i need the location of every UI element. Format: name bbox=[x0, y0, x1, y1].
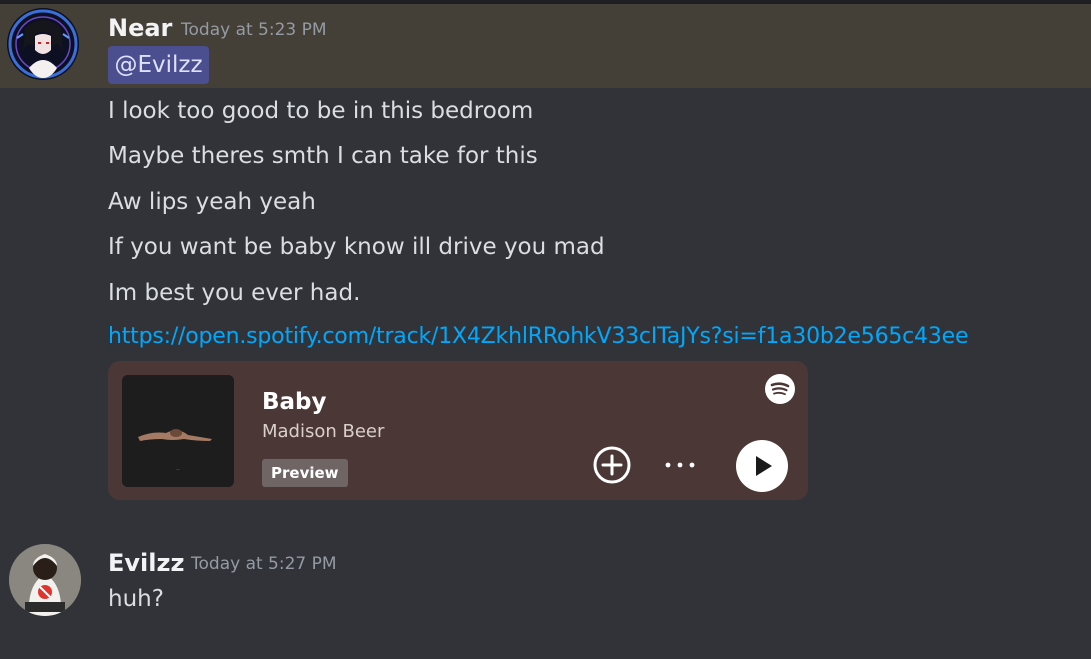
message-timestamp: Today at 5:23 PM bbox=[181, 20, 327, 40]
more-icon[interactable] bbox=[662, 451, 698, 479]
message-line: Im best you ever had. bbox=[108, 280, 361, 306]
author-name[interactable]: Evilzz bbox=[108, 551, 184, 575]
play-icon[interactable] bbox=[736, 440, 788, 492]
spotify-link[interactable]: https://open.spotify.com/track/1X4ZkhlRR… bbox=[108, 324, 969, 350]
message-timestamp: Today at 5:27 PM bbox=[191, 554, 337, 574]
user-mention[interactable]: @Evilzz bbox=[108, 46, 209, 84]
spotify-embed: ∼ Baby Madison Beer Preview bbox=[108, 361, 808, 500]
avatar-evilzz[interactable] bbox=[9, 544, 81, 616]
svg-text:∼: ∼ bbox=[176, 467, 180, 473]
avatar-near[interactable] bbox=[7, 8, 79, 80]
track-title[interactable]: Baby bbox=[262, 389, 327, 415]
track-artist[interactable]: Madison Beer bbox=[262, 421, 384, 442]
message-line: huh? bbox=[108, 586, 164, 612]
message-line: If you want be baby know ill drive you m… bbox=[108, 234, 605, 260]
message-near: Near Today at 5:23 PM @Evilzz I look too… bbox=[0, 0, 1091, 510]
message-line: I look too good to be in this bedroom bbox=[108, 98, 534, 124]
spotify-icon[interactable] bbox=[765, 374, 795, 404]
author-name[interactable]: Near bbox=[108, 16, 172, 40]
album-art[interactable]: ∼ bbox=[122, 375, 234, 487]
add-icon[interactable] bbox=[592, 445, 632, 485]
message-evilzz: Evilzz Today at 5:27 PM huh? bbox=[0, 530, 1091, 640]
message-line: Maybe theres smth I can take for this bbox=[108, 143, 538, 169]
message-line: Aw lips yeah yeah bbox=[108, 189, 316, 215]
chat-view: Near Today at 5:23 PM @Evilzz I look too… bbox=[0, 0, 1091, 659]
preview-badge: Preview bbox=[262, 459, 348, 487]
